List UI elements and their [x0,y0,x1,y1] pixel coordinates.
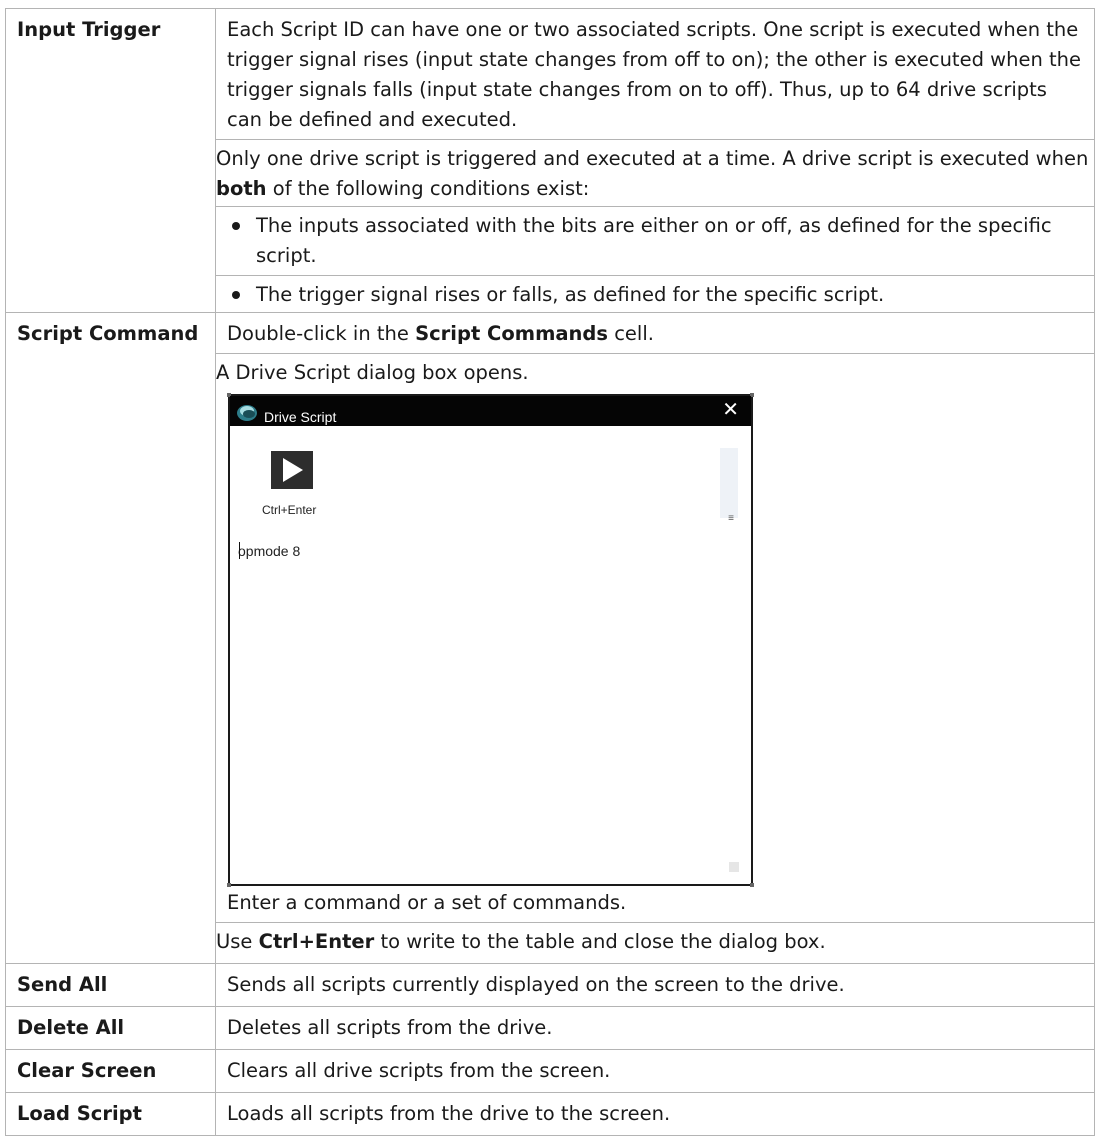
resize-handle[interactable] [750,883,754,887]
description-cell: Deletes all scripts from the drive. [215,1006,1095,1050]
commands-table: Input Trigger Each Script ID can have on… [5,8,1095,1136]
conditions-list: The inputs associated with the bits are … [216,206,1094,310]
bullet-icon [232,222,240,230]
app-logo-icon [236,401,258,421]
dialog-title: Drive Script [264,409,337,425]
dialog-titlebar: Drive Script ✕ [230,396,751,426]
term-cell: Load Script [5,1092,216,1136]
term-script-command: Script Command [17,322,199,345]
bullet-icon [232,291,240,299]
description-cell: Double-click in the Script Commands cell… [215,312,1095,964]
text-caret [239,542,240,559]
term-cell: Clear Screen [5,1049,216,1093]
run-script-button[interactable] [271,451,313,489]
description-cell: Each Script ID can have one or two assoc… [215,8,1095,313]
term-delete-all: Delete All [17,1016,125,1039]
paragraph: A Drive Script dialog box opens. [216,353,1094,388]
table-row: Clear Screen Clears all drive scripts fr… [5,1049,1095,1093]
description-cell: Loads all scripts from the drive to the … [215,1092,1095,1136]
paragraph: Double-click in the Script Commands cell… [227,322,654,345]
term-cell: Script Command [5,312,216,964]
list-item: The inputs associated with the bits are … [216,206,1094,275]
script-editor[interactable]: opmode 8 [238,543,708,843]
scroll-down-icon[interactable]: ≡ [728,504,734,534]
term-cell: Delete All [5,1006,216,1050]
term-load-script: Load Script [17,1102,142,1125]
description-cell: Sends all scripts currently displayed on… [215,963,1095,1007]
table-row: Load Script Loads all scripts from the d… [5,1092,1095,1136]
table-row: Script Command Double-click in the Scrip… [5,312,1095,964]
paragraph: Enter a command or a set of commands. [227,891,627,914]
list-item: The trigger signal rises or falls, as de… [216,275,1094,310]
description-cell: Clears all drive scripts from the screen… [215,1049,1095,1093]
drive-script-dialog: Drive Script ✕ Ctrl+Enter ≡ opmode 8 [227,393,754,887]
term-cell: Send All [5,963,216,1007]
term-cell: Input Trigger [5,8,216,313]
close-icon[interactable]: ✕ [722,399,739,421]
scrollbar-corner [729,862,739,872]
term-send-all: Send All [17,973,108,996]
paragraph: Use Ctrl+Enter to write to the table and… [216,922,1094,957]
play-icon [283,458,303,482]
table-row: Delete All Deletes all scripts from the … [5,1006,1095,1050]
run-shortcut-label: Ctrl+Enter [262,503,317,517]
table-row: Send All Sends all scripts currently dis… [5,963,1095,1007]
resize-handle[interactable] [227,883,231,887]
term-input-trigger: Input Trigger [17,18,161,41]
paragraph: Each Script ID can have one or two assoc… [227,18,1082,131]
paragraph: Only one drive script is triggered and e… [216,139,1094,204]
table-row: Input Trigger Each Script ID can have on… [5,8,1095,313]
